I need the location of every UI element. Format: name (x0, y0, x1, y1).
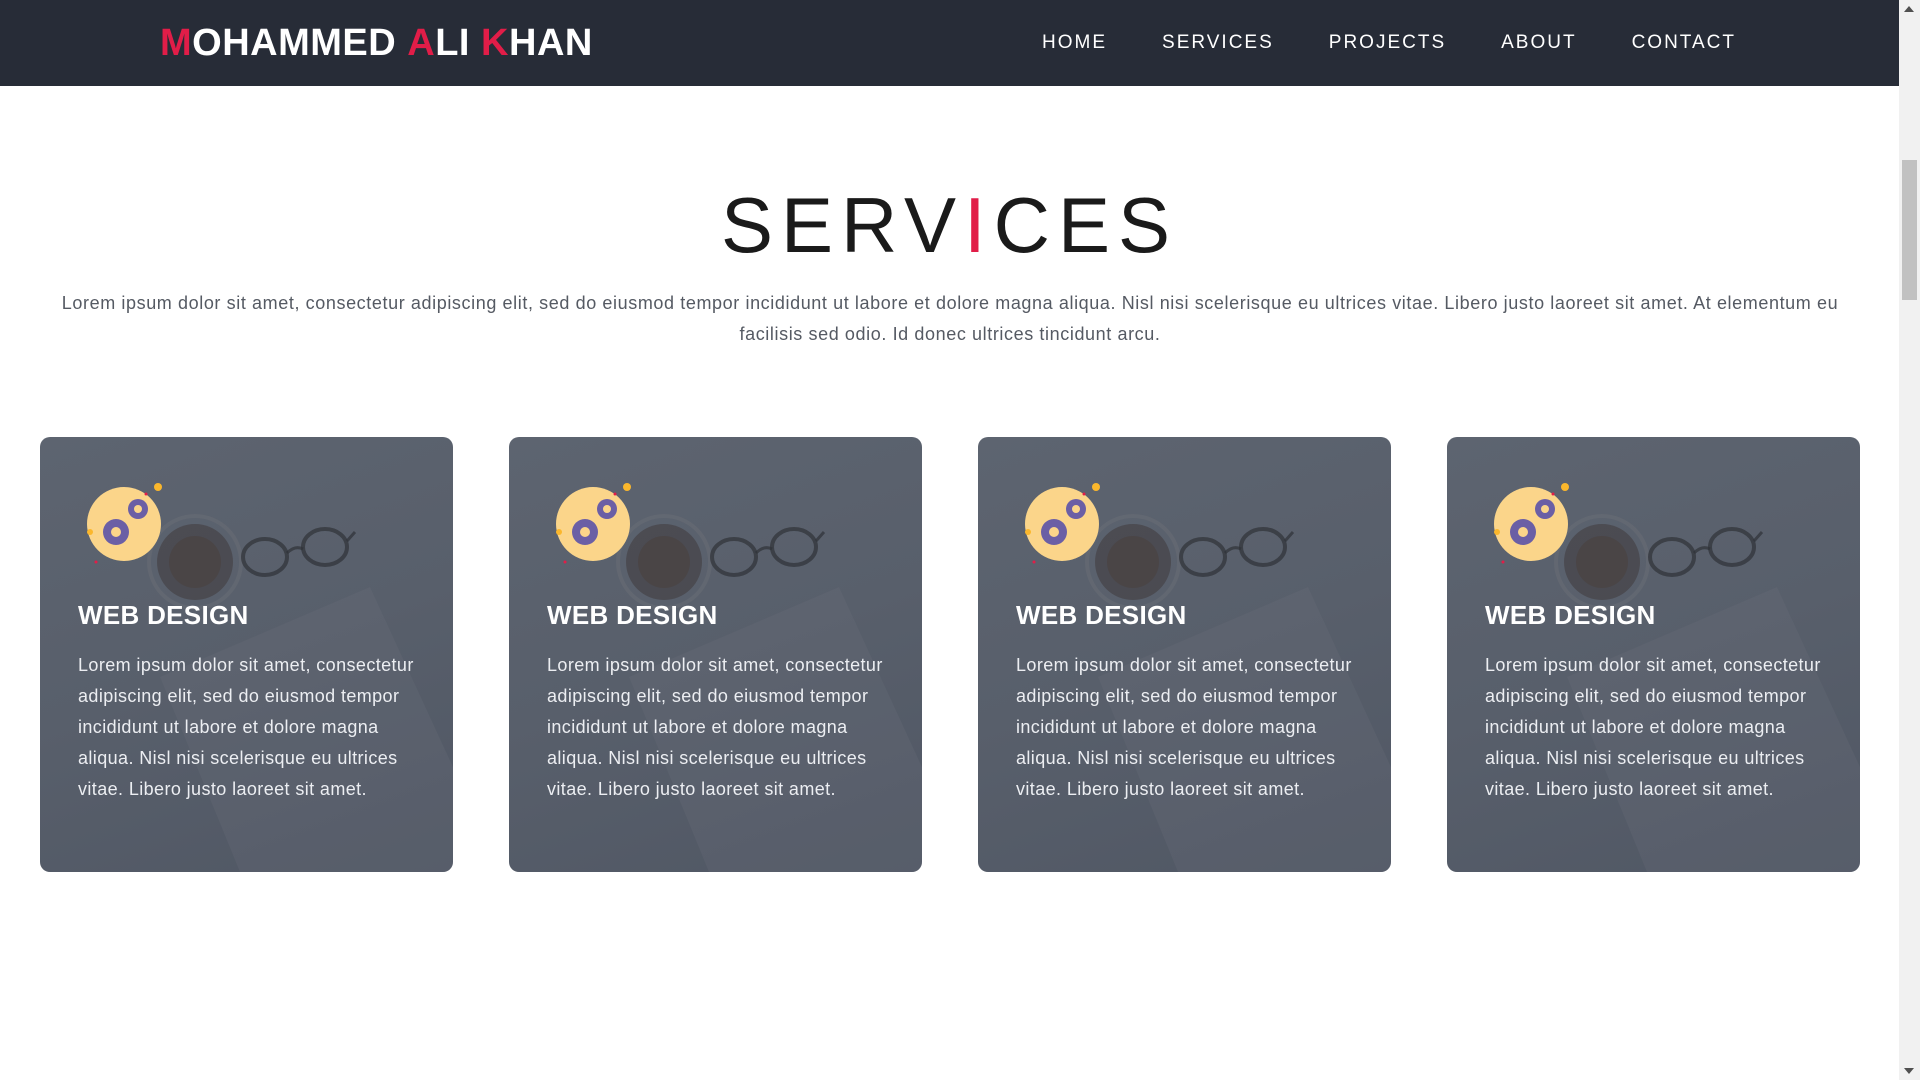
card-text: Lorem ipsum dolor sit amet, consectetur … (1016, 655, 1352, 799)
nav-link-home[interactable]: HOME (1042, 32, 1107, 54)
service-card[interactable]: WEB DESIGN Lorem ipsum dolor sit amet, c… (1447, 437, 1860, 872)
services-heading-left: SERV (720, 181, 964, 269)
nav-link-projects[interactable]: PROJECTS (1329, 32, 1446, 54)
scroll-up-arrow-icon[interactable] (1904, 6, 1914, 12)
card-title: WEB DESIGN (547, 600, 718, 630)
nav-link-about[interactable]: ABOUT (1501, 32, 1576, 54)
card-text: Lorem ipsum dolor sit amet, consectetur … (78, 655, 414, 799)
nav-menu: HOME SERVICES PROJECTS ABOUT CONTACT (1042, 0, 1736, 86)
logo-letter: K (481, 21, 509, 64)
services-heading: SERVICES (0, 180, 1899, 271)
logo-text: LI (435, 21, 482, 64)
nav-link-contact[interactable]: CONTACT (1632, 32, 1736, 54)
service-card[interactable]: WEB DESIGN Lorem ipsum dolor sit amet, c… (40, 437, 453, 872)
card-title: WEB DESIGN (1485, 600, 1656, 630)
card-title: WEB DESIGN (78, 600, 249, 630)
card-text: Lorem ipsum dolor sit amet, consectetur … (547, 655, 883, 799)
gears-icon (1025, 483, 1100, 564)
services-heading-right: CES (993, 181, 1179, 269)
logo-text: HAN (509, 21, 593, 64)
card-text: Lorem ipsum dolor sit amet, consectetur … (1485, 655, 1821, 799)
scroll-thumb[interactable] (1902, 160, 1917, 300)
scroll-down-arrow-icon[interactable] (1904, 1068, 1914, 1074)
card-title: WEB DESIGN (1016, 600, 1187, 630)
services-description: Lorem ipsum dolor sit amet, consectetur … (61, 293, 1839, 344)
services-heading-accent: I (963, 181, 994, 269)
vertical-scrollbar[interactable] (1899, 0, 1920, 1080)
service-card[interactable]: WEB DESIGN Lorem ipsum dolor sit amet, c… (978, 437, 1391, 872)
logo-letter: M (160, 21, 193, 64)
logo-text: OHAMMED (192, 21, 408, 64)
gears-icon (1494, 483, 1569, 564)
nav-link-services[interactable]: SERVICES (1162, 32, 1274, 54)
gears-icon (556, 483, 631, 564)
gears-icon (87, 483, 162, 564)
top-navbar: M OHAMMED A LI K HAN HOME SERVICES PROJECTS… (0, 0, 1899, 86)
service-card[interactable]: WEB DESIGN Lorem ipsum dolor sit amet, c… (509, 437, 922, 872)
logo-letter: A (407, 21, 436, 64)
brand-logo[interactable]: M OHAMMED A LI K HAN (160, 0, 593, 86)
